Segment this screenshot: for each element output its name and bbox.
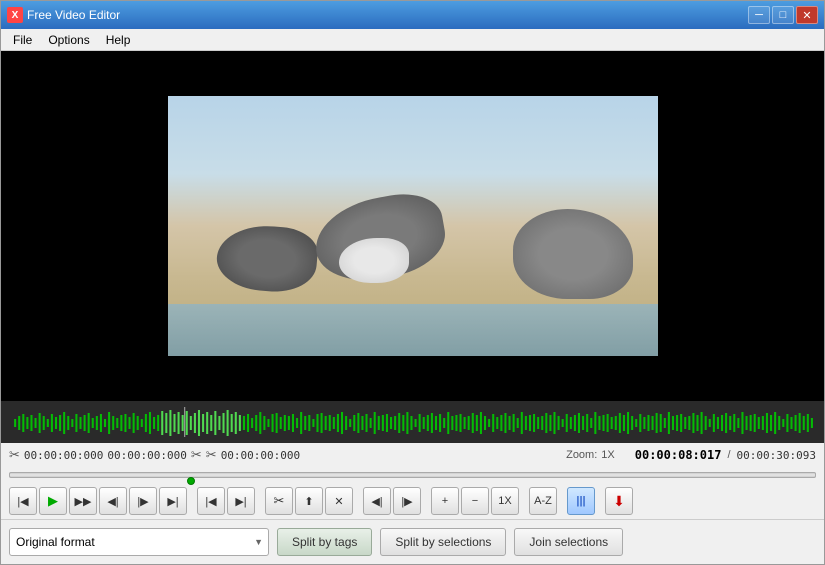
time-separator: /	[727, 449, 730, 461]
zoom-value: 1X	[601, 449, 614, 461]
first-frame-button[interactable]: |◀	[197, 487, 225, 515]
split-by-tags-button[interactable]: Split by tags	[277, 528, 372, 556]
format-selector-wrapper: Original format MP4 AVI MOV MKV	[9, 528, 269, 556]
menu-options[interactable]: Options	[40, 31, 97, 49]
window-controls: ─ □ ✕	[748, 6, 818, 24]
prev-marker-button[interactable]: ◀|	[363, 487, 391, 515]
seal-2	[214, 222, 319, 295]
waveform-svg	[9, 407, 816, 437]
timecode-position: 00:00:00:000	[221, 449, 300, 462]
video-container	[1, 51, 824, 401]
cut-icon-left: ✂	[9, 447, 20, 463]
waveform-button[interactable]: |||	[567, 487, 595, 515]
transport-controls: |◀ ▶ ▶▶ ◀| |▶ ▶| |◀ ▶| ✂ ⬆ ✕ ◀| |▶ + − 1…	[9, 487, 816, 515]
format-select[interactable]: Original format MP4 AVI MOV MKV	[9, 528, 269, 556]
next-frame-button[interactable]: |▶	[129, 487, 157, 515]
extract-button[interactable]: ⬆	[295, 487, 323, 515]
zoom-in-button[interactable]: +	[431, 487, 459, 515]
play-button[interactable]: ▶	[39, 487, 67, 515]
current-time: 00:00:08:017	[635, 448, 722, 462]
controls-area: ✂ 00:00:00:000 00:00:00:000 ✂ ✂ 00:00:00…	[1, 443, 824, 519]
video-frame	[168, 96, 658, 356]
timecode-end: 00:00:00:000	[107, 449, 186, 462]
timecode-row: ✂ 00:00:00:000 00:00:00:000 ✂ ✂ 00:00:00…	[9, 447, 816, 463]
timeline-row	[9, 467, 816, 483]
split-by-selections-button[interactable]: Split by selections	[380, 528, 506, 556]
timecode-start: 00:00:00:000	[24, 449, 103, 462]
az-button[interactable]: A-Z	[529, 487, 557, 515]
window-title: Free Video Editor	[27, 8, 744, 22]
zoom-out-button[interactable]: −	[461, 487, 489, 515]
prev-frame-button[interactable]: ◀|	[99, 487, 127, 515]
menu-file[interactable]: File	[5, 31, 40, 49]
seal-white	[339, 238, 409, 283]
close-button[interactable]: ✕	[796, 6, 818, 24]
app-icon: X	[7, 7, 23, 23]
waveform-area	[1, 401, 824, 443]
next-marker-button[interactable]: |▶	[393, 487, 421, 515]
waveform-canvas	[9, 407, 816, 437]
cut-icon-right2: ✂	[206, 447, 217, 463]
bottom-bar: Original format MP4 AVI MOV MKV Split by…	[1, 519, 824, 564]
main-window: X Free Video Editor ─ □ ✕ File Options H…	[0, 0, 825, 565]
last-frame-button[interactable]: ▶|	[227, 487, 255, 515]
delete-button[interactable]: ✕	[325, 487, 353, 515]
timeline-track[interactable]	[9, 472, 816, 478]
go-to-end-button[interactable]: ▶|	[159, 487, 187, 515]
timeline-playhead[interactable]	[187, 477, 195, 485]
water-reflection	[168, 304, 658, 356]
download-button[interactable]: ⬇	[605, 487, 633, 515]
maximize-button[interactable]: □	[772, 6, 794, 24]
video-preview	[168, 96, 658, 356]
video-area	[1, 51, 824, 401]
title-bar: X Free Video Editor ─ □ ✕	[1, 1, 824, 29]
step-forward-button[interactable]: ▶▶	[69, 487, 97, 515]
go-to-start-button[interactable]: |◀	[9, 487, 37, 515]
total-time: 00:00:30:093	[737, 449, 816, 462]
cut-button[interactable]: ✂	[265, 487, 293, 515]
cut-icon-right: ✂	[191, 447, 202, 463]
zoom-reset-button[interactable]: 1X	[491, 487, 519, 515]
join-selections-button[interactable]: Join selections	[514, 528, 623, 556]
menubar: File Options Help	[1, 29, 824, 51]
menu-help[interactable]: Help	[98, 31, 139, 49]
seal-3	[513, 209, 633, 299]
minimize-button[interactable]: ─	[748, 6, 770, 24]
zoom-label: Zoom:	[566, 449, 597, 461]
